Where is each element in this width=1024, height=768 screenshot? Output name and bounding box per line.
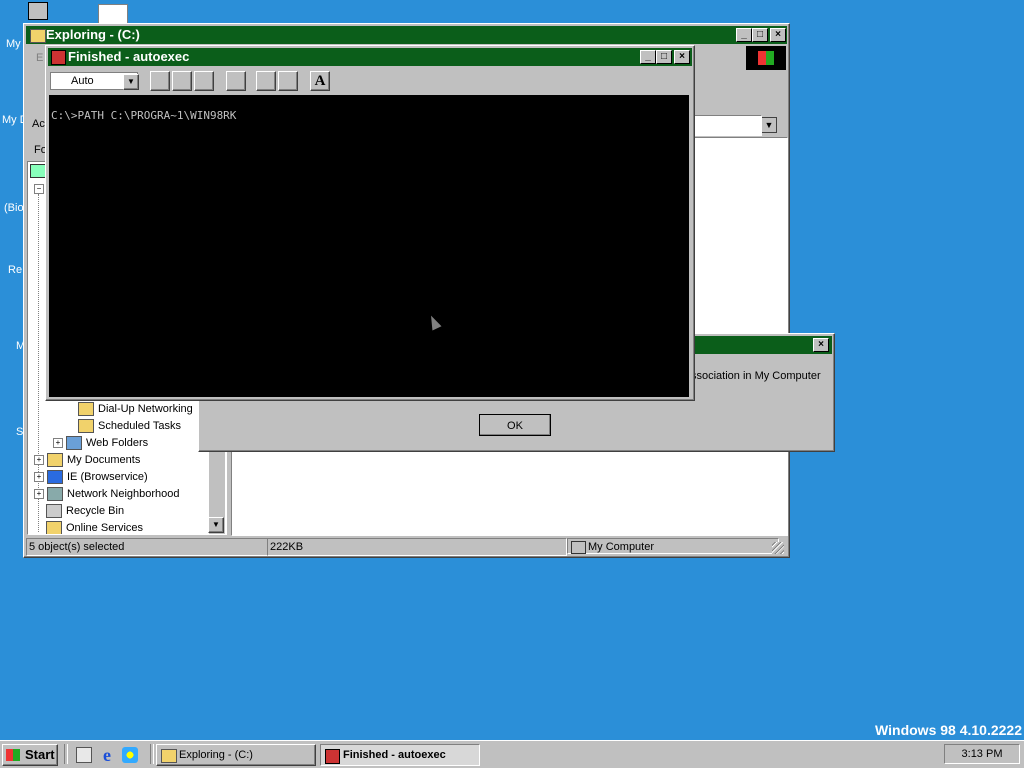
- my-computer-small-icon: [571, 541, 586, 554]
- ie-icon: [47, 470, 63, 485]
- dos-window: Finished - autoexec _ □ × Auto ▼ A C:\>P…: [45, 45, 695, 401]
- desktop-label-3[interactable]: (Bio: [4, 202, 24, 214]
- system-tray: 3:13 PM: [944, 744, 1020, 764]
- tree-item[interactable]: + Web Folders: [53, 435, 148, 452]
- desktop-label-4[interactable]: Re: [8, 264, 22, 276]
- dos-minimize-button[interactable]: _: [640, 50, 656, 64]
- task-dos-icon: [325, 749, 340, 764]
- task-dos-button[interactable]: Finished - autoexec: [320, 744, 480, 766]
- desktop-icon-top2[interactable]: [98, 4, 128, 24]
- resize-grip-icon[interactable]: [772, 542, 784, 554]
- expand-icon[interactable]: +: [34, 455, 44, 466]
- tree-item-label: Online Services: [66, 522, 144, 534]
- tree-item[interactable]: + IE (Browservice): [34, 469, 148, 486]
- webfolders-icon: [66, 436, 82, 451]
- font-size-dropdown-icon[interactable]: ▼: [123, 74, 139, 90]
- task-dos-label: Finished - autoexec: [343, 749, 446, 761]
- taskbar-separator: [150, 744, 154, 764]
- dialup-icon: [78, 402, 94, 417]
- font-size-value: Auto: [71, 75, 94, 87]
- expand-icon[interactable]: +: [53, 438, 63, 449]
- msdos-app-icon: [51, 50, 66, 65]
- dos-close-button[interactable]: ×: [674, 50, 690, 64]
- address-field[interactable]: [694, 115, 762, 136]
- dos-titlebar[interactable]: Finished - autoexec _ □ ×: [48, 48, 692, 66]
- task-explorer-label: Exploring - (C:): [179, 749, 253, 761]
- task-explorer-icon: [161, 749, 177, 763]
- folder-icon: [47, 453, 63, 468]
- tree-collapse-icon[interactable]: −: [34, 184, 44, 194]
- explorer-minimize-button[interactable]: _: [736, 28, 752, 42]
- status-location: My Computer: [588, 541, 655, 553]
- mouse-cursor-icon: [426, 313, 442, 331]
- start-label: Start: [25, 747, 55, 762]
- network-icon: [47, 487, 63, 502]
- console-line: C:\>PATH C:\PROGRA~1\WIN98RK: [51, 109, 237, 122]
- explorer-app-icon: [30, 29, 46, 43]
- explorer-titlebar[interactable]: Exploring - (C:) _ □ ×: [26, 26, 787, 44]
- dos-title: Finished - autoexec: [68, 49, 190, 64]
- dialog-ok-button[interactable]: OK: [479, 414, 551, 436]
- recycle-icon: [46, 504, 62, 519]
- tree-item-label: Scheduled Tasks: [98, 420, 181, 432]
- mark-tool-icon[interactable]: [150, 71, 170, 91]
- channels-icon[interactable]: [122, 747, 138, 763]
- tree-item-label: Web Folders: [86, 437, 149, 449]
- explorer-maximize-button[interactable]: □: [752, 28, 768, 42]
- task-explorer-button[interactable]: Exploring - (C:): [156, 744, 316, 766]
- explorer-close-button[interactable]: ×: [770, 28, 786, 42]
- copy-tool-icon[interactable]: [172, 71, 192, 91]
- tree-item-label: Recycle Bin: [66, 505, 125, 517]
- explorer-title: Exploring - (C:): [46, 27, 140, 42]
- console-screen[interactable]: C:\>PATH C:\PROGRA~1\WIN98RK: [49, 95, 689, 397]
- fullscreen-tool-icon[interactable]: [226, 71, 246, 91]
- status-location-cell: My Computer: [567, 538, 779, 554]
- clock[interactable]: 3:13 PM: [962, 748, 1003, 760]
- menu-partial[interactable]: E: [36, 52, 43, 64]
- tree-item-label: IE (Browservice): [67, 471, 148, 483]
- address-dropdown-button[interactable]: ▼: [761, 117, 777, 133]
- desktop-icon-top[interactable]: [28, 2, 48, 20]
- windows-logo-icon: [746, 46, 786, 70]
- dialog-close-button[interactable]: ×: [813, 338, 829, 352]
- tree-edit-icon: [30, 164, 46, 178]
- expand-icon[interactable]: +: [34, 472, 44, 483]
- tree-item-label: My Documents: [67, 454, 141, 466]
- tree-scroll-down-button[interactable]: ▼: [208, 517, 224, 533]
- windows-flag-icon: [6, 749, 20, 761]
- font-tool-icon[interactable]: A: [310, 71, 330, 91]
- dos-maximize-button[interactable]: □: [656, 50, 672, 64]
- tree-item[interactable]: Recycle Bin: [34, 503, 124, 520]
- ie-quicklaunch-icon[interactable]: e: [98, 746, 116, 764]
- address-partial: Ac: [32, 118, 45, 130]
- quicklaunch-separator: [64, 744, 68, 764]
- background-tool-icon[interactable]: [278, 71, 298, 91]
- start-button[interactable]: Start: [2, 744, 58, 766]
- windows-version-label: Windows 98 4.10.2222: [875, 722, 1022, 738]
- tree-item[interactable]: + My Documents: [34, 452, 140, 469]
- desktop-label-1[interactable]: My: [6, 38, 21, 50]
- tree-item[interactable]: Dial-Up Networking: [66, 401, 193, 418]
- tree-item-label: Dial-Up Networking: [98, 403, 193, 415]
- status-selected: 5 object(s) selected: [26, 538, 268, 556]
- tree-item[interactable]: + Network Neighborhood: [34, 486, 180, 503]
- folder-icon: [46, 521, 62, 534]
- tree-item[interactable]: Online Services: [34, 520, 144, 534]
- status-size: 222KB: [267, 538, 567, 556]
- tasks-icon: [78, 419, 94, 434]
- tree-item[interactable]: Scheduled Tasks: [66, 418, 181, 435]
- dos-toolbar: Auto ▼ A: [48, 68, 690, 94]
- dialog-message: ssociation in My Computer: [691, 370, 821, 382]
- taskbar: Start e Exploring - (C:) Finished - auto…: [0, 740, 1024, 768]
- tree-item-label: Network Neighborhood: [67, 488, 180, 500]
- properties-tool-icon[interactable]: [256, 71, 276, 91]
- paste-tool-icon[interactable]: [194, 71, 214, 91]
- font-size-select[interactable]: Auto ▼: [50, 72, 139, 90]
- expand-icon[interactable]: +: [34, 489, 44, 500]
- show-desktop-icon[interactable]: [76, 747, 92, 763]
